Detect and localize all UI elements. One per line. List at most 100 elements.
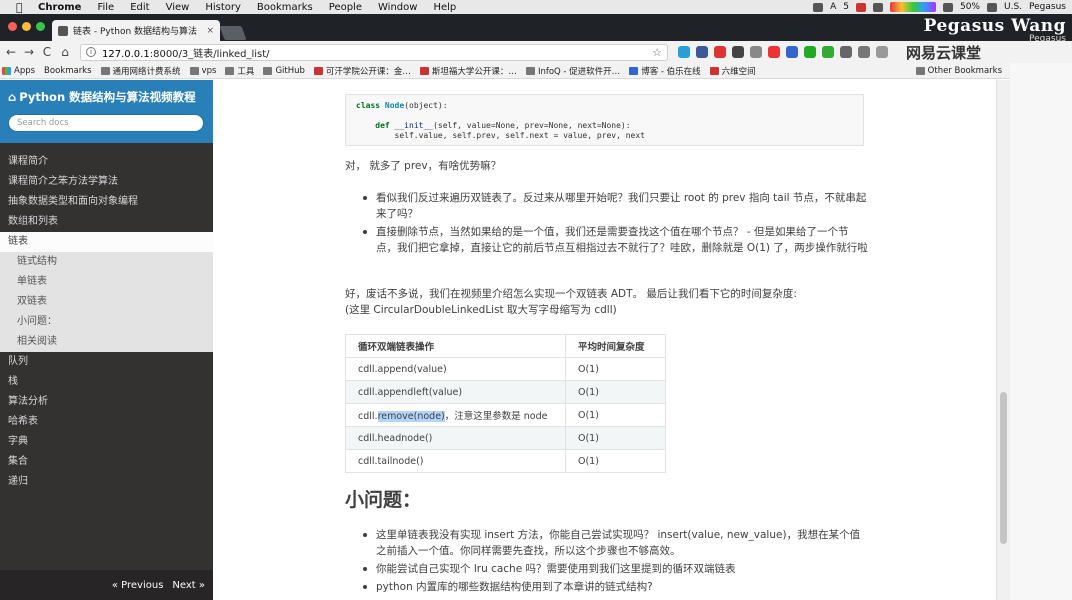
folder-icon [225,66,235,75]
sidebar-sub-further-reading[interactable]: 相关阅读 [0,332,213,352]
menu-history[interactable]: History [205,2,241,13]
table-cell: O(1) [565,426,666,450]
bookmark-star-icon[interactable]: ☆ [652,46,662,59]
sidebar-item-hashtable[interactable]: 哈希表 [0,412,213,432]
code-text: (object): [404,101,448,110]
profile-area: Pegasus Wang Pegasus [924,16,1066,44]
record-icon[interactable] [855,2,866,12]
table-cell: cdll.headnode() [345,426,566,450]
extension-icon-5[interactable] [750,46,762,58]
input-locale[interactable]: U.S. [1004,2,1022,12]
tray-5-label[interactable]: 5 [843,2,849,12]
bookmark-khan[interactable]: 可汗学院公开课：金… [313,65,411,77]
forward-icon[interactable]: → [22,45,36,59]
sidebar-item-intro[interactable]: 课程简介 [0,152,213,172]
reload-icon[interactable]: C [40,45,54,59]
sidebar-item-dict[interactable]: 字典 [0,432,213,452]
apple-icon[interactable]:  [16,1,28,14]
github-icon [263,66,273,75]
minimize-window-button[interactable] [22,22,31,31]
url-text[interactable]: 127.0.0.1:8000/3_链表/linked_list/ [102,45,652,60]
battery-percent[interactable]: 50% [960,2,980,12]
sidebar-item-set[interactable]: 集合 [0,452,213,472]
clock-icon[interactable] [872,2,883,12]
sidebar-nav: 课程简介 课程简介之笨方法学算法 抽象数据类型和面向对象编程 数组和列表 链表 … [0,152,213,492]
bookmark-billing[interactable]: 通用网络计费系统 [100,65,181,77]
selected-text[interactable]: remove(node) [377,411,445,422]
bookmark-label: 工具 [237,66,255,77]
menu-edit[interactable]: Edit [130,2,149,13]
address-bar[interactable]: i 127.0.0.1:8000/3_链表/linked_list/ ☆ [80,43,668,61]
url-path: :8000/3_链表/linked_list/ [149,48,270,60]
sidebar-item-analysis[interactable]: 算法分析 [0,392,213,412]
tray-a-label[interactable]: A [830,2,836,12]
sidebar-item-stack[interactable]: 栈 [0,372,213,392]
search-input[interactable]: Search docs [8,114,204,132]
battery-icon[interactable] [987,2,997,12]
tab-active[interactable]: 链表 - Python 数据结构与算法 × [52,20,220,41]
bookmark-tools[interactable]: 工具 [225,65,254,77]
menu-file[interactable]: File [97,2,114,13]
bookmark-jobbole[interactable]: 博客 - 伯乐在线 [629,65,701,77]
jobbole-icon [629,66,639,75]
table-cell: O(1) [565,403,666,427]
table-cell: O(1) [565,449,666,473]
menu-bookmarks[interactable]: Bookmarks [257,2,313,13]
close-tab-icon[interactable]: × [206,26,214,36]
sidebar-item-linked-list[interactable]: 链表 [0,232,213,252]
bookmark-infoq[interactable]: InfoQ - 促进软件开… [525,65,620,77]
extension-icon-12[interactable] [876,46,888,58]
extension-icon-1[interactable] [678,46,690,58]
extension-icon-6[interactable] [768,46,780,58]
table-row: cdll.remove(node)，注意这里参数是 node O(1) [345,403,666,427]
menu-user[interactable]: Pegasus [1029,2,1066,12]
back-icon[interactable]: ← [4,45,18,59]
bookmark-6v[interactable]: 六维空间 [709,65,756,77]
next-page-link[interactable]: Next » [172,580,205,591]
extension-icon-4[interactable] [732,46,744,58]
previous-page-link[interactable]: « Previous [112,580,164,591]
bookmark-other[interactable]: Other Bookmarks [915,66,1002,76]
zoom-window-button[interactable] [36,22,45,31]
new-tab-button[interactable] [219,26,247,40]
table-row: cdll.tailnode() O(1) [345,449,666,473]
sidebar-sub-linked-structure[interactable]: 链式结构 [0,252,213,272]
extension-icon-3[interactable] [714,46,726,58]
wifi-icon[interactable] [942,2,953,12]
site-info-icon[interactable]: i [86,47,96,57]
menu-view[interactable]: View [166,2,190,13]
sidebar-footer: « Previous Next » [0,570,213,600]
extension-icon-10[interactable] [840,46,852,58]
scrollbar-thumb[interactable] [1000,392,1007,544]
bookmark-bookmarks[interactable]: Bookmarks [44,66,92,76]
sidebar-sub-singly-linked[interactable]: 单链表 [0,272,213,292]
docs-home-link[interactable]: ⌂ Python 数据结构与算法视频教程 [8,89,205,105]
sidebar-sub-questions[interactable]: 小问题： [0,312,213,332]
sidebar-item-array-list[interactable]: 数组和列表 [0,212,213,232]
bookmark-vps[interactable]: vps [189,66,216,76]
sidebar-sub-doubly-linked[interactable]: 双链表 [0,292,213,312]
menu-window[interactable]: Window [378,2,417,13]
sidebar-item-queue[interactable]: 队列 [0,352,213,372]
extension-icon-9[interactable] [822,46,834,58]
extension-icons [678,46,888,58]
close-window-button[interactable] [8,22,17,31]
menu-help[interactable]: Help [433,2,456,13]
menu-people[interactable]: People [329,2,362,13]
sidebar-item-recursion[interactable]: 递归 [0,472,213,492]
bookmark-apps[interactable]: Apps [2,66,35,76]
extension-icon-11[interactable] [858,46,870,58]
bookmark-github[interactable]: GitHub [263,66,305,76]
bookmark-stanford[interactable]: 斯坦福大学公开课：… [419,65,517,77]
extension-icon-2[interactable] [696,46,708,58]
extension-icon-7[interactable] [786,46,798,58]
cloud-icon[interactable] [813,2,824,12]
home-icon[interactable]: ⌂ [58,45,72,59]
home-icon: ⌂ [8,90,17,104]
extension-icon-8[interactable] [804,46,816,58]
menu-app-chrome[interactable]: Chrome [38,2,81,13]
page-scrollbar[interactable] [996,80,1010,600]
tab-strip: 链表 - Python 数据结构与算法 × Pegasus Wang Pegas… [0,14,1072,44]
sidebar-item-adt-oop[interactable]: 抽象数据类型和面向对象编程 [0,192,213,212]
sidebar-item-hard-way[interactable]: 课程简介之笨方法学算法 [0,172,213,192]
